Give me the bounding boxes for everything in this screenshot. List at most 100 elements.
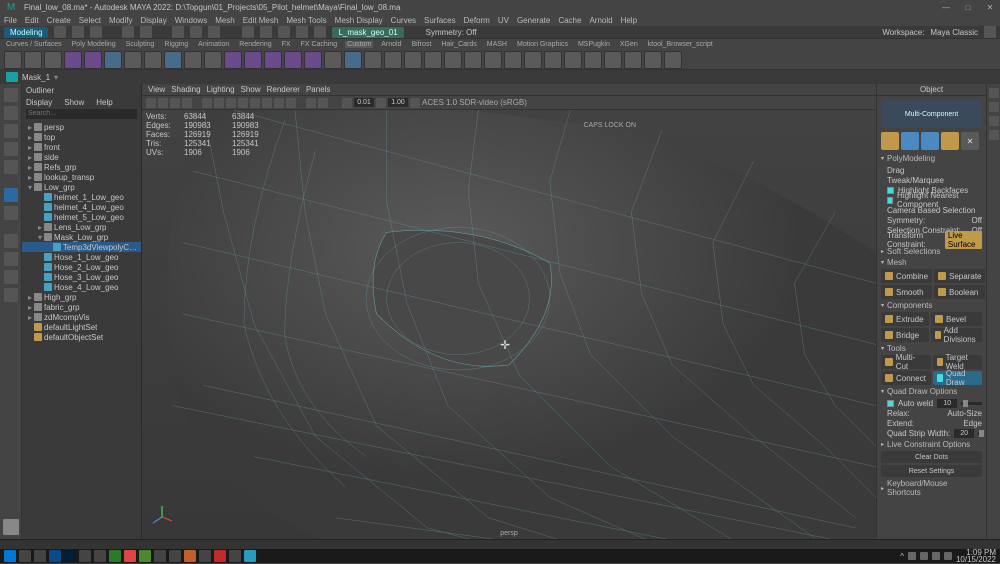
- clear-dots-button[interactable]: Clear Dots: [881, 451, 982, 463]
- tray-chevron-icon[interactable]: ^: [900, 552, 904, 561]
- outliner-node[interactable]: helmet_5_Low_geo: [22, 212, 141, 222]
- vp-gamma-field[interactable]: [388, 98, 408, 107]
- face-mode-button[interactable]: [921, 132, 939, 150]
- open-scene-icon[interactable]: [72, 26, 84, 38]
- shelf-item-9[interactable]: [184, 51, 202, 69]
- shelf-item-28[interactable]: [564, 51, 582, 69]
- vp-light-icon[interactable]: [262, 98, 272, 108]
- quad-strip-slider[interactable]: [978, 432, 982, 435]
- highlight-nearest-checkbox[interactable]: [887, 197, 893, 204]
- new-scene-icon[interactable]: [54, 26, 66, 38]
- mesh-section[interactable]: Mesh: [881, 258, 982, 267]
- tools-section[interactable]: Tools: [881, 344, 982, 353]
- vp-select-cam-icon[interactable]: [146, 98, 156, 108]
- layout-custom[interactable]: [4, 288, 18, 302]
- shelf-tab-rendering[interactable]: Rendering: [237, 41, 273, 48]
- vp-shadow-icon[interactable]: [274, 98, 284, 108]
- vp-menu-renderer[interactable]: Renderer: [267, 85, 300, 94]
- task-app9[interactable]: [139, 550, 151, 562]
- redo-icon[interactable]: [140, 26, 152, 38]
- rotate-tool[interactable]: [4, 142, 18, 156]
- vp-menu-shading[interactable]: Shading: [171, 85, 200, 94]
- outliner-node[interactable]: ▸Refs_grp: [22, 162, 141, 172]
- shelf-item-12[interactable]: [244, 51, 262, 69]
- menu-create[interactable]: Create: [47, 16, 71, 25]
- outliner-node[interactable]: Temp3dViewpolyCube1: [22, 242, 141, 252]
- task-app13[interactable]: [199, 550, 211, 562]
- shelf-item-30[interactable]: [604, 51, 622, 69]
- lasso-icon[interactable]: [190, 26, 202, 38]
- shelf-item-22[interactable]: [444, 51, 462, 69]
- boolean-button[interactable]: Boolean: [934, 285, 985, 299]
- shelf-tab-ktoolbrowserscript[interactable]: ktool_Browser_script: [646, 41, 715, 48]
- vp-image-plane-icon[interactable]: [170, 98, 180, 108]
- shelf-item-17[interactable]: [344, 51, 362, 69]
- shelf-item-31[interactable]: [624, 51, 642, 69]
- shelf-tab-fxcaching[interactable]: FX Caching: [299, 41, 340, 48]
- menu-uv[interactable]: UV: [498, 16, 509, 25]
- task-photoshop-icon[interactable]: [64, 550, 76, 562]
- menu-edit[interactable]: Edit: [25, 16, 39, 25]
- menu-mesh[interactable]: Mesh: [215, 16, 235, 25]
- shelf-tab-arnold[interactable]: Arnold: [379, 41, 403, 48]
- workspace-dropdown[interactable]: Maya Classic: [930, 28, 978, 37]
- shelf-item-8[interactable]: [164, 51, 182, 69]
- time-slider[interactable]: [0, 539, 1000, 549]
- shelf-item-33[interactable]: [664, 51, 682, 69]
- mask-dropdown-icon[interactable]: ▾: [54, 73, 58, 82]
- select-tool[interactable]: [4, 88, 18, 102]
- shelf-item-7[interactable]: [144, 51, 162, 69]
- vp-colorspace-dropdown[interactable]: ACES 1.0 SDR-video (sRGB): [422, 98, 527, 107]
- menu-mesh-display[interactable]: Mesh Display: [335, 16, 383, 25]
- outliner-node[interactable]: ▸side: [22, 152, 141, 162]
- outliner-node[interactable]: ▸persp: [22, 122, 141, 132]
- shelf-tab-bifrost[interactable]: Bifrost: [410, 41, 434, 48]
- outliner-node[interactable]: helmet_1_Low_geo: [22, 192, 141, 202]
- shelf-tab-custom[interactable]: Custom: [345, 41, 373, 48]
- task-app15[interactable]: [229, 550, 241, 562]
- smooth-button[interactable]: Smooth: [881, 285, 932, 299]
- menu-curves[interactable]: Curves: [391, 16, 416, 25]
- close-button[interactable]: ✕: [984, 1, 996, 13]
- channel-box-icon[interactable]: [989, 130, 999, 140]
- multi-component-label[interactable]: Multi-Component: [881, 111, 982, 118]
- vp-menu-panels[interactable]: Panels: [306, 85, 330, 94]
- vp-menu-lighting[interactable]: Lighting: [207, 85, 235, 94]
- vp-grid-icon[interactable]: [202, 98, 212, 108]
- vp-2d-icon[interactable]: [182, 98, 192, 108]
- vp-isolate-icon[interactable]: [318, 98, 328, 108]
- task-chrome-icon[interactable]: [124, 550, 136, 562]
- vertex-mode-button[interactable]: [881, 132, 899, 150]
- shelf-item-24[interactable]: [484, 51, 502, 69]
- vp-expose-icon[interactable]: [342, 98, 352, 108]
- reset-settings-button[interactable]: Reset Settings: [881, 465, 982, 477]
- paint-select-icon[interactable]: [208, 26, 220, 38]
- task-app14[interactable]: [214, 550, 226, 562]
- tool-7[interactable]: [4, 206, 18, 220]
- snap-plane-icon[interactable]: [296, 26, 308, 38]
- maximize-button[interactable]: □: [962, 1, 974, 13]
- workspace-reset-icon[interactable]: [984, 26, 996, 38]
- camera-based-label[interactable]: Camera Based Selection: [887, 206, 976, 215]
- menu-deform[interactable]: Deform: [464, 16, 490, 25]
- relax-value[interactable]: Auto-Size: [947, 409, 982, 418]
- snap-point-icon[interactable]: [278, 26, 290, 38]
- multicut-button[interactable]: Multi-Cut: [881, 355, 931, 369]
- vp-gamma-icon[interactable]: [376, 98, 386, 108]
- menu-surfaces[interactable]: Surfaces: [424, 16, 456, 25]
- quad-draw-button[interactable]: Quad Draw: [933, 371, 983, 385]
- start-button[interactable]: [4, 550, 16, 562]
- auto-weld-slider[interactable]: [961, 402, 982, 405]
- outliner-node[interactable]: ▸lookup_transp: [22, 172, 141, 182]
- snap-grid-icon[interactable]: [242, 26, 254, 38]
- shelf-item-19[interactable]: [384, 51, 402, 69]
- auto-weld-checkbox[interactable]: [887, 400, 894, 407]
- outliner-node[interactable]: ▾Low_grp: [22, 182, 141, 192]
- uv-mode-button[interactable]: [941, 132, 959, 150]
- bevel-button[interactable]: Bevel: [931, 312, 982, 326]
- auto-weld-value[interactable]: [937, 399, 957, 408]
- shortcuts-section[interactable]: Keyboard/Mouse Shortcuts: [881, 479, 982, 497]
- tray-wifi-icon[interactable]: [932, 552, 940, 560]
- menu-cache[interactable]: Cache: [558, 16, 581, 25]
- mode-close-button[interactable]: ✕: [961, 132, 979, 150]
